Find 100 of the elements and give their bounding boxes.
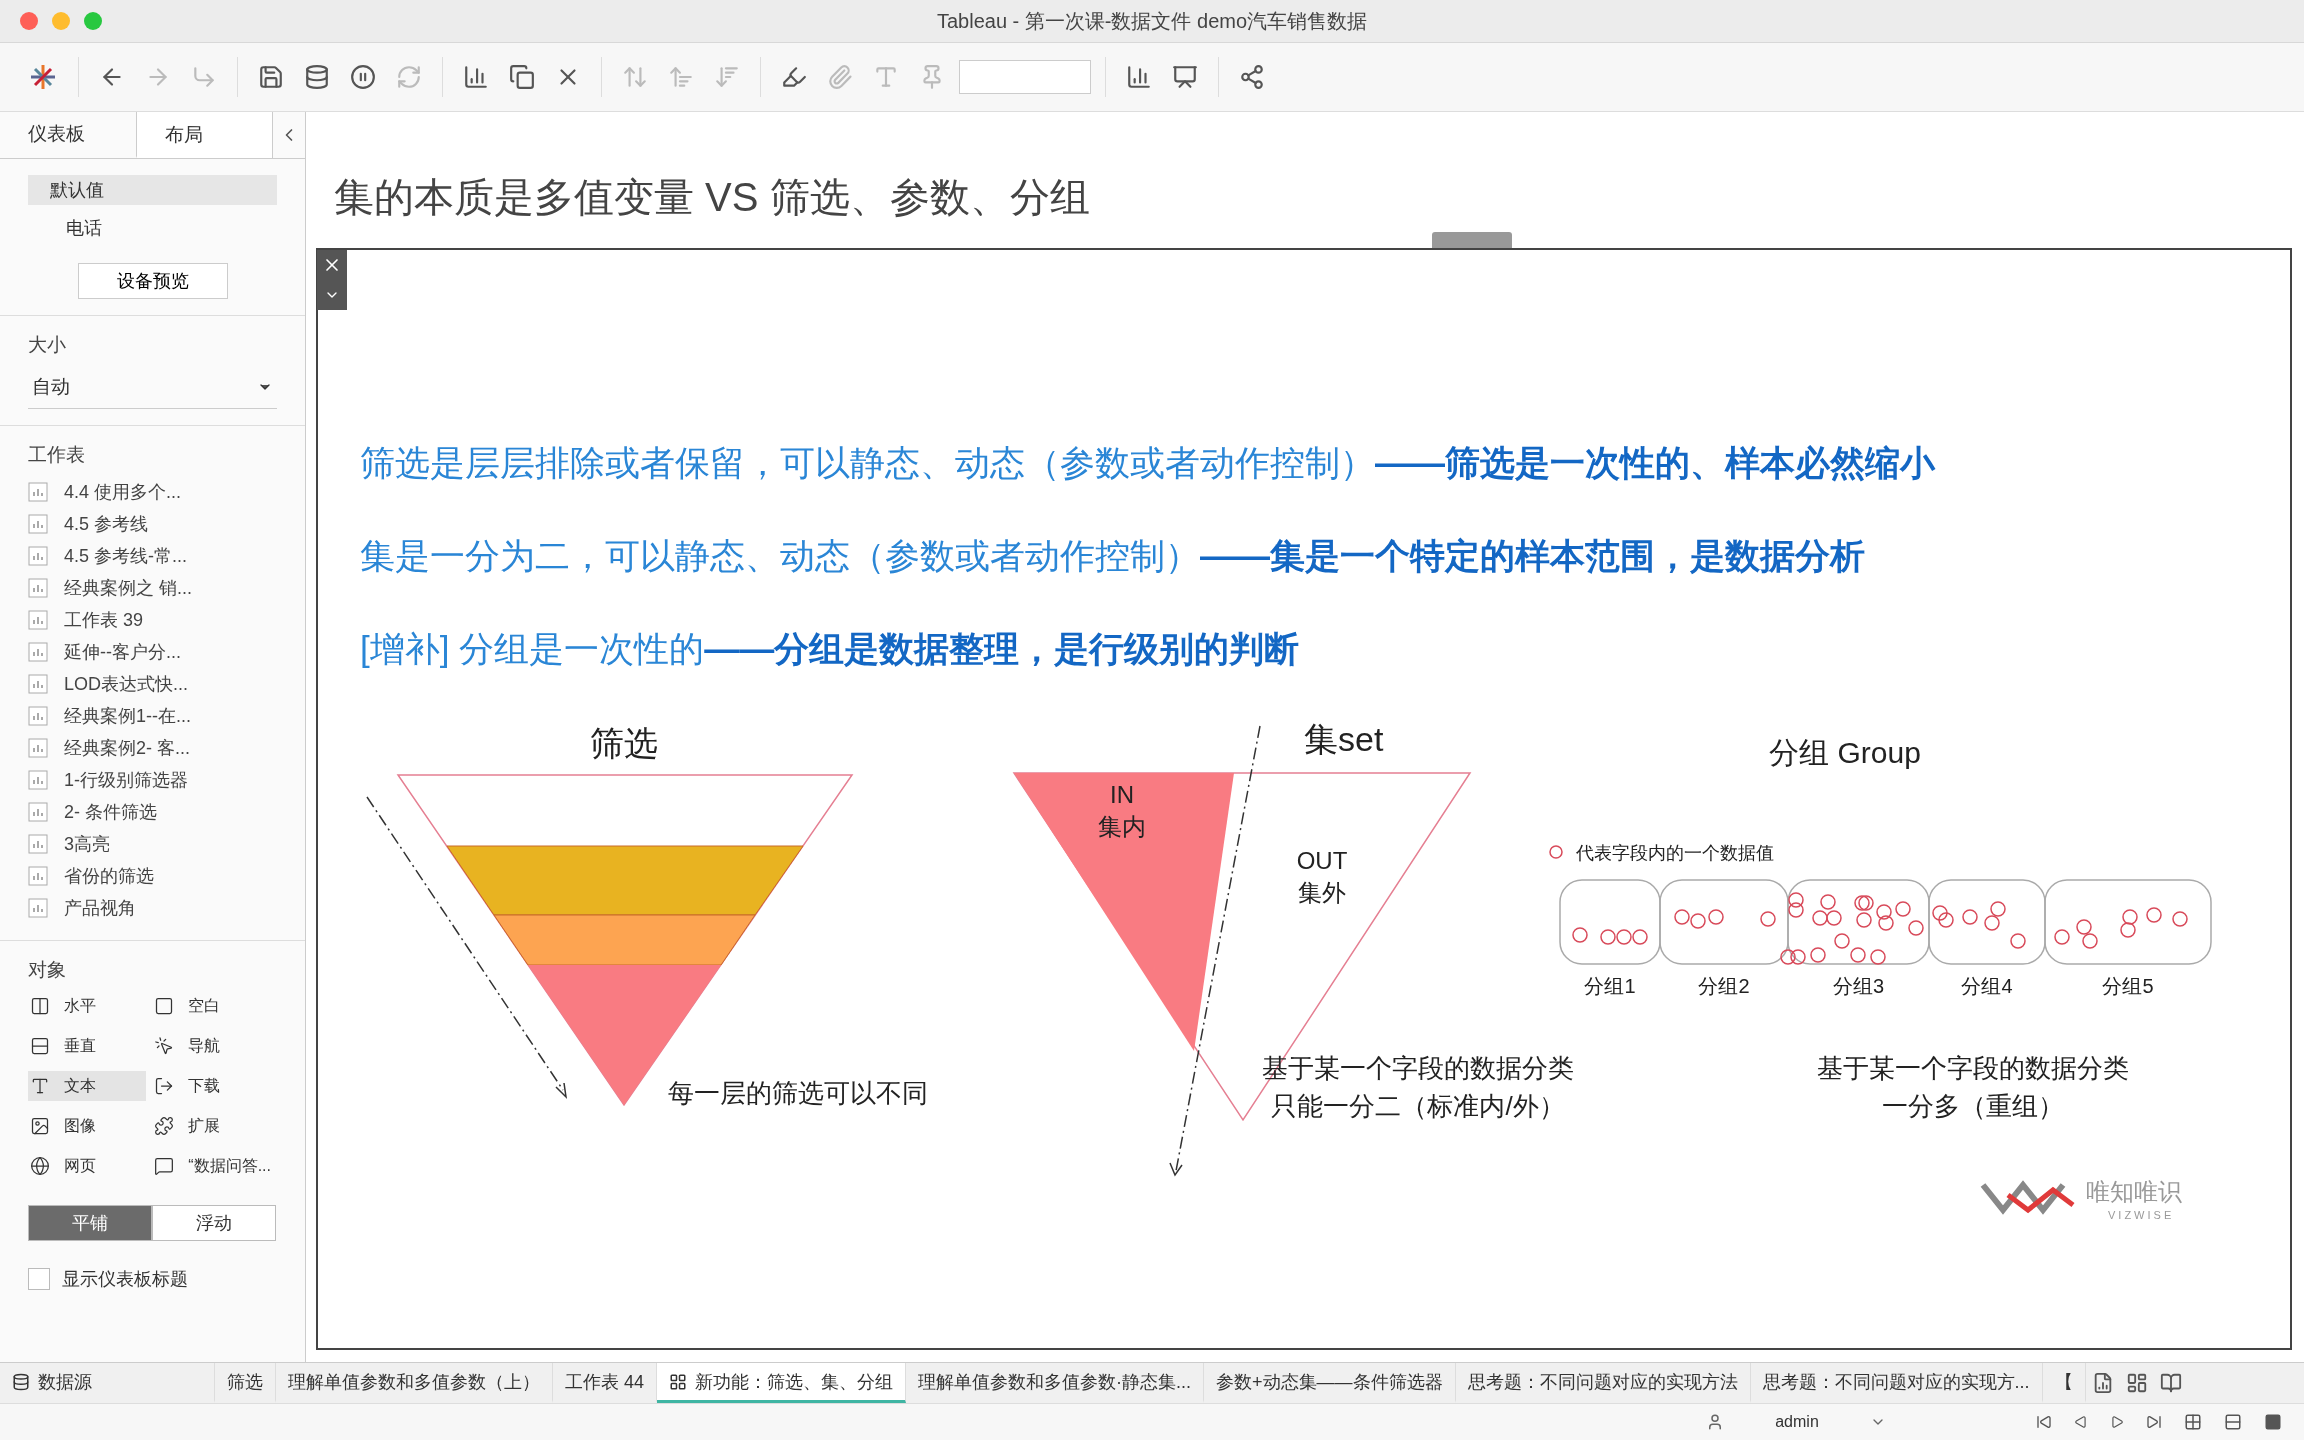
sidebar-tab[interactable]: 布局	[136, 112, 273, 158]
sort-ascending-icon	[668, 64, 694, 90]
diagram-title: 分组 Group	[1769, 736, 1921, 769]
object-item[interactable]: 图像	[28, 1111, 147, 1141]
layout-mode-toggle[interactable]: 平铺	[28, 1205, 152, 1241]
diagram-note: 基于某一个字段的数据分类	[1817, 1053, 2129, 1083]
save-icon	[258, 64, 284, 90]
sheet-item[interactable]: 省份的筛选	[64, 864, 154, 888]
square-icon	[154, 996, 175, 1016]
highlighter-icon	[781, 64, 807, 90]
grid-icon	[2184, 1413, 2202, 1431]
text-icon	[30, 1076, 50, 1096]
device-item[interactable]: 默认值	[28, 175, 277, 205]
set-label: OUT	[1296, 847, 1348, 874]
triangle-right-icon	[2110, 1415, 2124, 1429]
sheet-item[interactable]: 3高亮	[64, 832, 110, 856]
square-icon	[2264, 1413, 2282, 1431]
object-item[interactable]: 网页	[28, 1151, 147, 1181]
object-item[interactable]: 导航	[152, 1031, 271, 1061]
section-heading: 工作表	[28, 443, 86, 467]
set-label: 集内	[1098, 813, 1146, 840]
device-item[interactable]: 电话	[28, 213, 277, 243]
window-title: Tableau - 第一次课-数据文件 demo汽车销售数据	[936, 8, 1368, 34]
diagram-title: 筛选	[590, 724, 658, 762]
sheet-icon	[28, 610, 48, 630]
logo-text: 唯知唯识	[2086, 1178, 2182, 1205]
show-me-icon	[1126, 64, 1152, 90]
sheet-icon	[28, 834, 48, 854]
layout-mode-toggle[interactable]: 浮动	[152, 1205, 276, 1241]
skip-forward-icon	[2146, 1414, 2162, 1430]
paperclip-icon	[827, 64, 853, 90]
sort-descending-icon	[714, 64, 740, 90]
object-item[interactable]: 下载	[152, 1071, 271, 1101]
vizwise-logo-icon	[1980, 1180, 2075, 1215]
sheet-item[interactable]: 4.5 参考线	[64, 512, 149, 536]
columns-icon	[30, 996, 50, 1016]
slide-text: 筛选是层层排除或者保留，可以静态、动态（参数或者动作控制）——筛选是一次性的、样本必然缩小	[360, 442, 1937, 484]
group-label: 分组1	[1584, 975, 1636, 997]
sheet-icon	[28, 802, 48, 822]
sheet-icon	[28, 770, 48, 790]
sheet-item[interactable]: 经典案例2- 客...	[64, 736, 190, 760]
close-button[interactable]	[317, 250, 347, 280]
sheet-icon	[28, 514, 48, 534]
object-item[interactable]: 扩展	[152, 1111, 271, 1141]
user-dropdown[interactable]: admin	[1706, 1413, 1886, 1431]
legend-text: 代表字段内的一个数据值	[1576, 843, 1774, 863]
new-dashboard-icon	[2125, 1372, 2148, 1394]
sheet-icon	[28, 738, 48, 758]
share-icon	[1239, 64, 1265, 90]
checkbox[interactable]	[28, 1268, 50, 1290]
object-item[interactable]: 文本	[28, 1071, 147, 1101]
object-item[interactable]: 水平	[28, 991, 147, 1021]
sheet-item[interactable]: 产品视角	[64, 896, 136, 920]
diagram-title: 集set	[1304, 720, 1384, 758]
sheet-item[interactable]: 4.4 使用多个...	[64, 480, 182, 504]
size-dropdown[interactable]: 自动	[28, 366, 277, 409]
sheet-tab[interactable]: 新功能：筛选、集、分组	[657, 1363, 907, 1403]
diagram-note: 基于某一个字段的数据分类	[1262, 1053, 1574, 1083]
sheet-item[interactable]: 经典案例之 销...	[64, 576, 192, 600]
rows-icon	[30, 1036, 50, 1056]
logo-text: VIZWISE	[2108, 1209, 2175, 1221]
diagram-note: 一分多（重组）	[1882, 1091, 2064, 1121]
sheet-icon	[28, 578, 48, 598]
dashboard-title: 集的本质是多值变量 VS 筛选、参数、分组	[334, 174, 1090, 220]
group-label: 分组4	[1961, 975, 2013, 997]
diagram-note: 每一层的筛选可以不同	[668, 1078, 928, 1108]
device-preview-button[interactable]: 设备预览	[77, 263, 228, 299]
sheet-icon	[28, 674, 48, 694]
sheet-icon	[28, 546, 48, 566]
skip-back-icon	[2036, 1414, 2052, 1430]
object-item[interactable]: “数据问答...	[152, 1151, 271, 1181]
sheet-item[interactable]: 经典案例1--在...	[64, 704, 191, 728]
sheet-item[interactable]: 1-行级别筛选器	[64, 768, 188, 792]
set-label: 集外	[1298, 879, 1346, 906]
section-heading: 大小	[28, 333, 67, 357]
sheet-item[interactable]: 工作表 39	[64, 608, 144, 632]
pointer-icon	[154, 1036, 175, 1056]
diagram-note: 只能一分二（标准内/外）	[1271, 1091, 1565, 1121]
set-label: IN	[1110, 781, 1134, 808]
sheet-icon	[28, 706, 48, 726]
dashboard-icon	[669, 1372, 688, 1391]
sheet-item[interactable]: 4.5 参考线-常...	[64, 544, 188, 568]
presentation-icon	[1172, 64, 1198, 90]
sheet-icon	[28, 482, 48, 502]
sheet-icon	[28, 642, 48, 662]
checkbox-label: 显示仪表板标题	[62, 1268, 188, 1291]
sheet-item[interactable]: LOD表达式快...	[64, 672, 188, 696]
group-label: 分组2	[1698, 975, 1750, 997]
slide-text: [增补] 分组是一次性的——分组是数据整理，是行级别的判断	[360, 628, 1301, 670]
sheet-icon	[28, 866, 48, 886]
sheet-icon	[28, 898, 48, 918]
sheet-item[interactable]: 2- 条件筛选	[64, 800, 157, 824]
database-icon	[12, 1372, 30, 1391]
object-item[interactable]: 空白	[152, 991, 271, 1021]
drag-handle[interactable]	[1432, 232, 1512, 248]
more-options-button[interactable]	[317, 280, 347, 310]
sheet-item[interactable]: 延伸--客户分...	[64, 640, 181, 664]
object-item[interactable]: 垂直	[28, 1031, 147, 1061]
group-label: 分组3	[1832, 975, 1885, 997]
duplicate-icon	[509, 64, 535, 90]
